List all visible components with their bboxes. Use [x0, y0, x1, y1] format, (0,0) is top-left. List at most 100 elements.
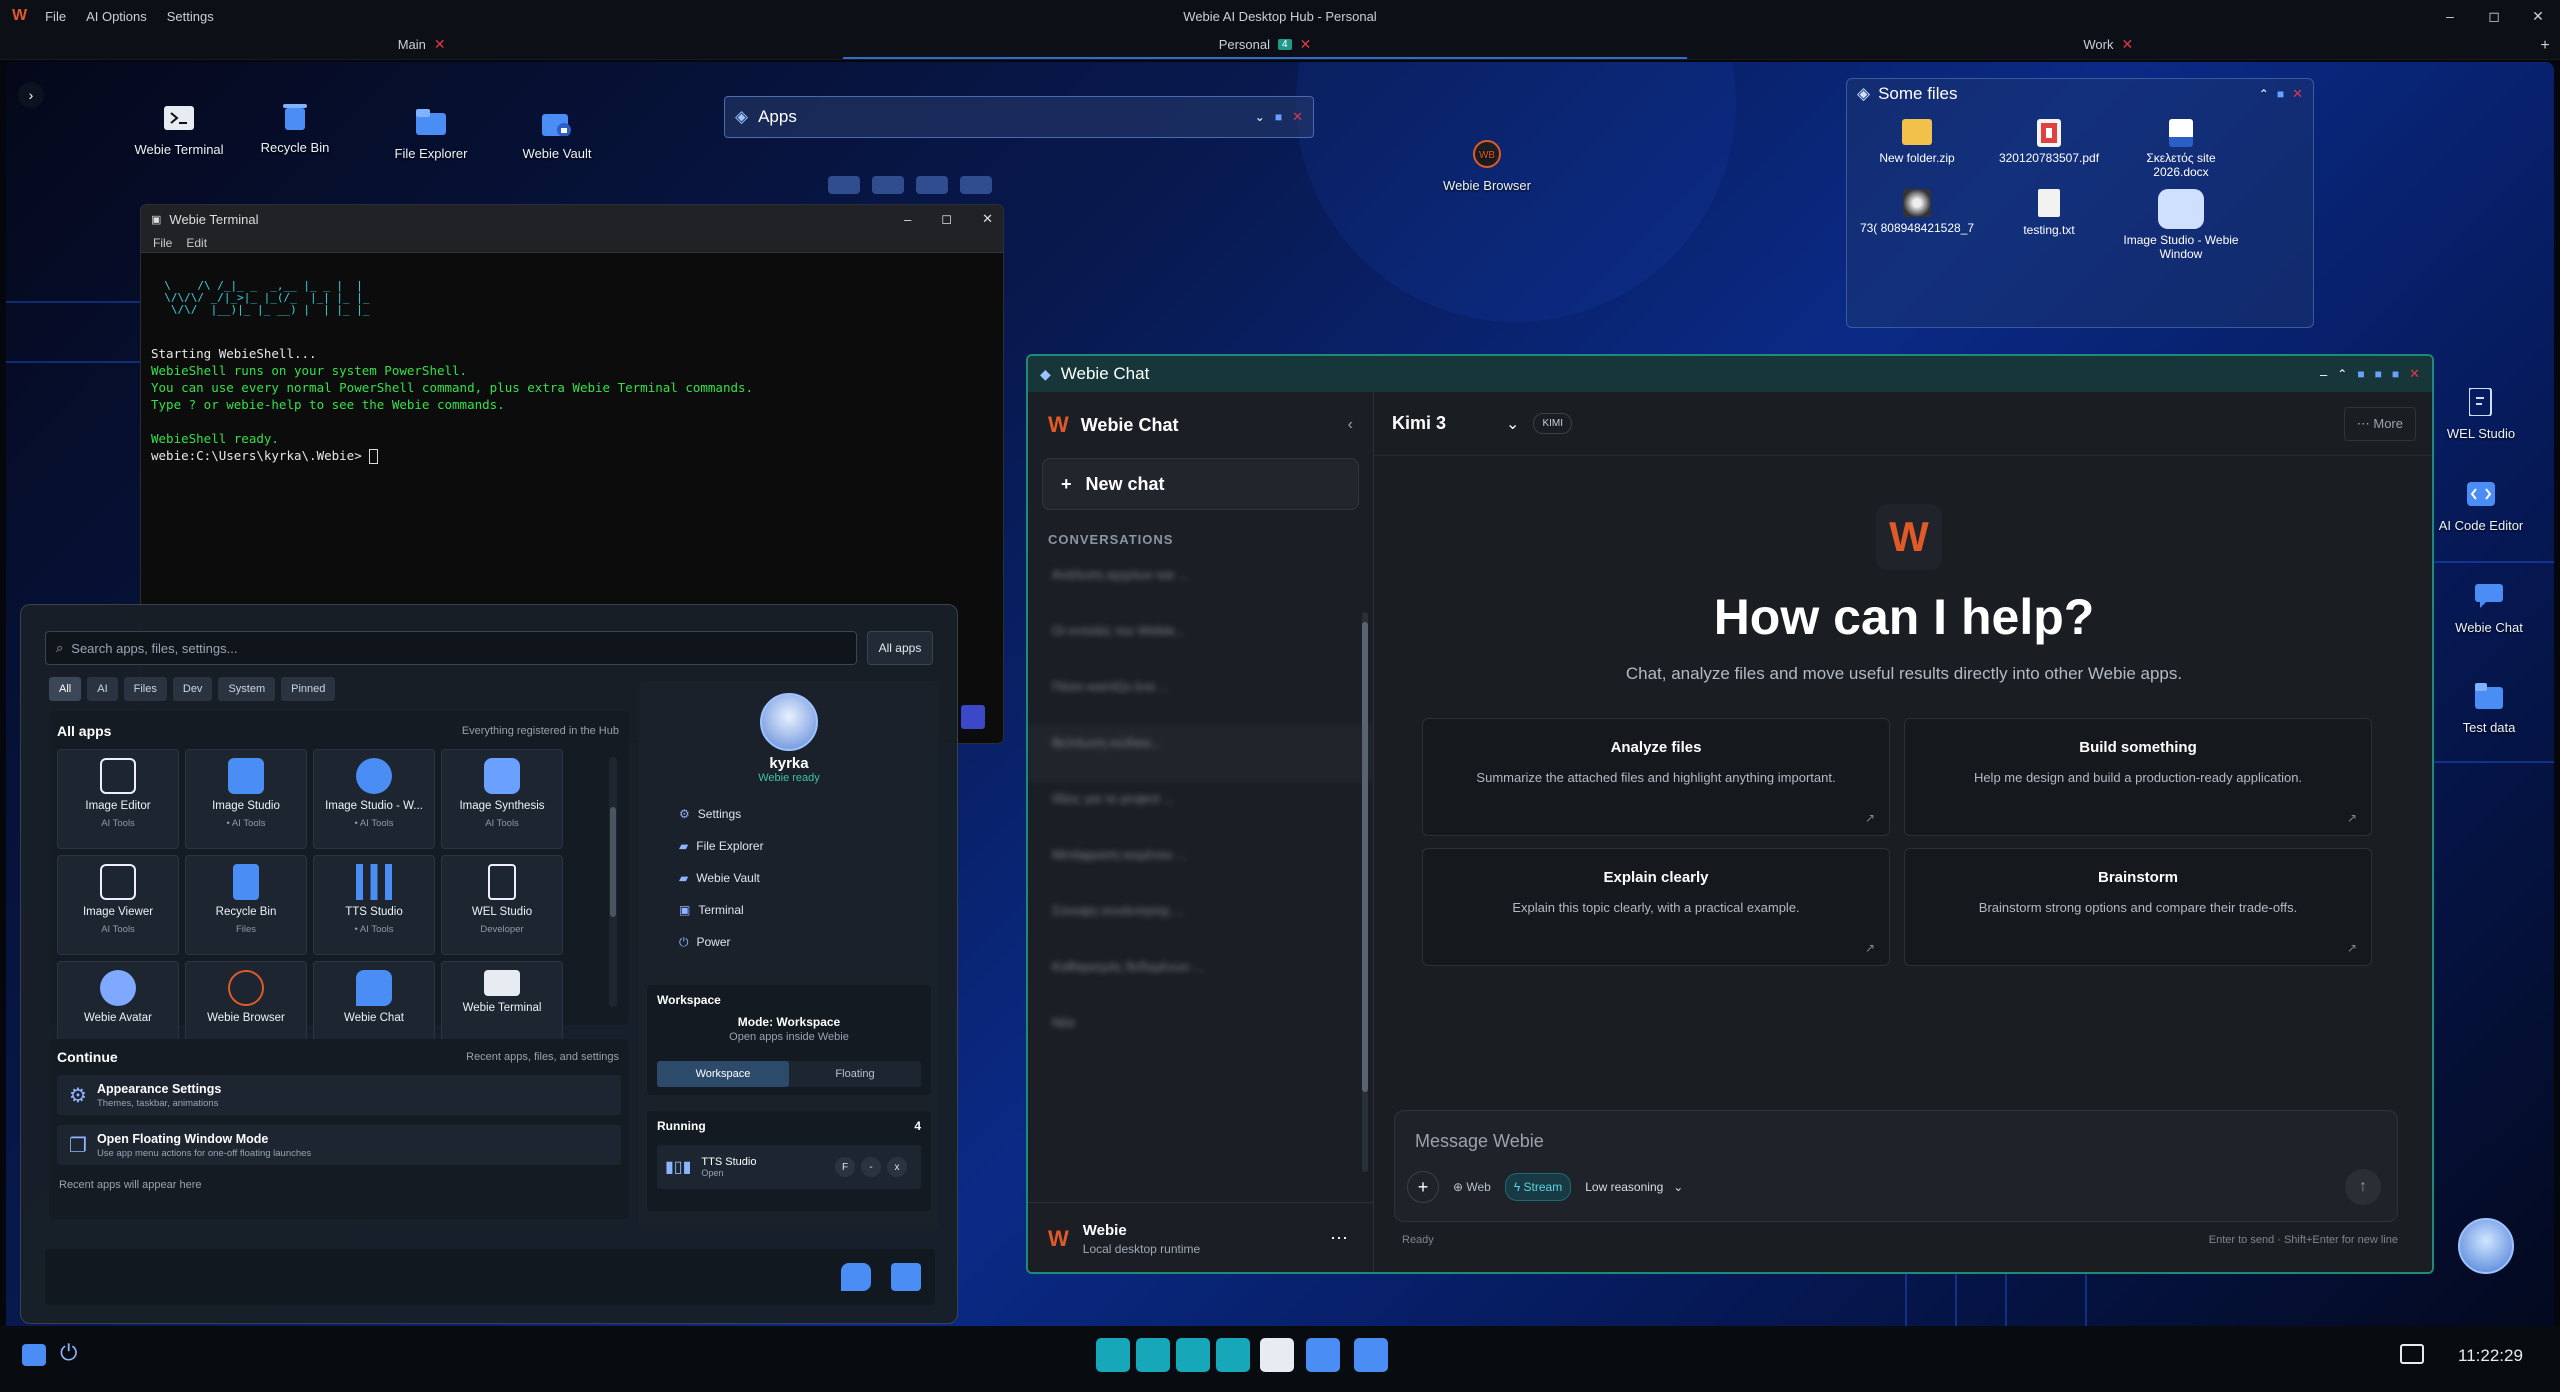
- web-toggle[interactable]: ⊕ Web: [1453, 1180, 1491, 1194]
- tab-close-icon[interactable]: ✕: [2122, 36, 2134, 53]
- snap-icon[interactable]: ■: [2357, 367, 2364, 381]
- app-card[interactable]: TTS Studio • AI Tools: [313, 855, 435, 955]
- menu-settings[interactable]: Settings: [157, 9, 224, 24]
- restore-icon[interactable]: ■: [2375, 367, 2382, 381]
- apps-group-bar[interactable]: ◈ Apps ⌄ ■ ✕: [724, 96, 1314, 138]
- continue-item[interactable]: ❐ Open Floating Window Mode Use app menu a…: [57, 1125, 621, 1165]
- floating-mode-button[interactable]: Floating: [789, 1061, 921, 1087]
- new-chat-button[interactable]: + New chat: [1042, 458, 1359, 510]
- profile-link-power[interactable]: ⏻ Power: [639, 926, 939, 958]
- file-item[interactable]: Σκελετός site 2026.docx: [2121, 119, 2241, 179]
- file-item[interactable]: 320120783507.pdf: [1989, 119, 2109, 179]
- toolbar-action-icon[interactable]: [872, 176, 904, 194]
- chevron-up-icon[interactable]: ⌃: [2337, 367, 2347, 381]
- stream-toggle[interactable]: ϟ Stream: [1504, 1173, 1572, 1201]
- vault-icon[interactable]: [891, 1263, 921, 1291]
- suggestion-card[interactable]: Analyze files Summarize the attached file…: [1422, 718, 1890, 836]
- tab-close-icon[interactable]: ✕: [434, 36, 446, 53]
- desktop-icon-webie-browser[interactable]: WB Webie Browser: [1422, 136, 1552, 193]
- collapse-sidebar-button[interactable]: ‹: [1348, 416, 1353, 434]
- close-button[interactable]: ✕: [2516, 0, 2560, 32]
- terminal-cursor[interactable]: [369, 449, 379, 464]
- tab-main[interactable]: Main ✕: [0, 32, 843, 59]
- desktop-icon-wel-studio[interactable]: WEL Studio: [2416, 384, 2546, 441]
- taskbar-image-studio-icon[interactable]: [1306, 1338, 1340, 1372]
- taskbar-terminal-icon[interactable]: [1260, 1338, 1294, 1372]
- minimize-button[interactable]: -: [861, 1157, 881, 1177]
- scroll-down-button[interactable]: [961, 705, 985, 729]
- maximize-button[interactable]: ◻: [2472, 0, 2516, 32]
- suggestion-card[interactable]: Explain clearly Explain this topic clearl…: [1422, 848, 1890, 966]
- app-card[interactable]: Image Studio - W... • AI Tools: [313, 749, 435, 849]
- some-files-window[interactable]: ◈ Some files ⌃ ■ ✕ New folder.zip 320120…: [1846, 78, 2314, 328]
- suggestion-card[interactable]: Brainstorm Brainstorm strong options and …: [1904, 848, 2372, 966]
- start-menu-icon[interactable]: [22, 1344, 46, 1366]
- app-card[interactable]: WEL Studio Developer: [441, 855, 563, 955]
- close-icon[interactable]: ✕: [2409, 366, 2420, 382]
- taskbar-sheet-icon[interactable]: [1216, 1338, 1250, 1372]
- desktop-icon-webie-vault[interactable]: Webie Vault: [492, 104, 622, 161]
- conversation-item[interactable]: Ιδέες για το project ...: [1028, 781, 1373, 837]
- minimize-button[interactable]: –: [2320, 367, 2327, 382]
- desktop-icon-file-explorer[interactable]: File Explorer: [366, 104, 496, 161]
- tab-close-icon[interactable]: ✕: [1300, 36, 1312, 53]
- profile-link-webie-vault[interactable]: ▰ Webie Vault: [639, 862, 939, 894]
- float-button[interactable]: F: [835, 1157, 855, 1177]
- file-item[interactable]: Image Studio - Webie Window: [2121, 189, 2241, 261]
- taskbar-chat-icon[interactable]: [1354, 1338, 1388, 1372]
- filter-all[interactable]: All: [49, 677, 82, 701]
- taskbar-xls-icon[interactable]: [1096, 1338, 1130, 1372]
- all-apps-button[interactable]: All apps: [867, 631, 933, 665]
- terminal-menu-edit[interactable]: Edit: [186, 236, 207, 250]
- close-button[interactable]: x: [887, 1157, 907, 1177]
- filter-pinned[interactable]: Pinned: [281, 677, 336, 701]
- file-item[interactable]: New folder.zip: [1857, 119, 1977, 179]
- reasoning-select[interactable]: Low reasoning ⌄: [1585, 1180, 1683, 1194]
- app-card[interactable]: Image Editor AI Tools: [57, 749, 179, 849]
- conversation-scrollbar[interactable]: [1362, 612, 1368, 1172]
- desktop-icon-test-data[interactable]: Test data: [2424, 678, 2554, 735]
- conversation-item[interactable]: Πόσο κοστίζει ένα ...: [1028, 669, 1373, 725]
- file-item[interactable]: 73( 808948421528_7: [1857, 189, 1977, 261]
- app-launcher[interactable]: ⌕ Search apps, files, settings... All app…: [20, 604, 958, 1324]
- more-button[interactable]: ⋯ More: [2343, 406, 2416, 441]
- continue-item[interactable]: ⚙ Appearance Settings Themes, taskbar, ani…: [57, 1075, 621, 1115]
- power-icon[interactable]: ⏻: [60, 1340, 77, 1366]
- profile-link-terminal[interactable]: ▣ Terminal: [639, 894, 939, 926]
- conversation-list[interactable]: Ανάλυση αρχείων και ... Οι εντολές του W…: [1028, 557, 1373, 1061]
- user-profile-row[interactable]: W Webie Local desktop runtime ⋯: [1028, 1202, 1374, 1272]
- conversation-item[interactable]: Ανάλυση αρχείων και ...: [1028, 557, 1373, 613]
- minimize-button[interactable]: –: [904, 212, 911, 227]
- terminal-menu-file[interactable]: File: [153, 236, 172, 250]
- conversation-item[interactable]: Νέα: [1028, 1005, 1373, 1061]
- tab-work[interactable]: Work ✕: [1687, 32, 2530, 59]
- taskbar-pdf-icon[interactable]: [1176, 1338, 1210, 1372]
- app-card[interactable]: Image Viewer AI Tools: [57, 855, 179, 955]
- maximize-button[interactable]: ◻: [941, 211, 952, 227]
- desktop-icon-recycle-bin[interactable]: Recycle Bin: [230, 98, 360, 155]
- desktop-icon-webie-chat[interactable]: Webie Chat: [2424, 578, 2554, 635]
- conversation-item[interactable]: Μετάφραση κειμένου ...: [1028, 837, 1373, 893]
- close-button[interactable]: ✕: [982, 211, 993, 227]
- conversation-item[interactable]: Καθαρισμός δεδομένων ...: [1028, 949, 1373, 1005]
- file-item[interactable]: testing.txt: [1989, 189, 2109, 261]
- terminal-output[interactable]: \ /\ /_|_ _ _,__ |_ _ | | \/\/\/ _/|_>|_…: [141, 253, 1003, 508]
- minimize-button[interactable]: –: [2428, 0, 2472, 32]
- toolbar-action-icon[interactable]: [916, 176, 948, 194]
- avatar-button[interactable]: [2458, 1218, 2514, 1274]
- webie-chat-window[interactable]: ◆ Webie Chat – ⌃ ■ ■ ■ ✕ W Webie Chat ‹ …: [1026, 354, 2434, 1274]
- desktop-icon-ai-code-editor[interactable]: AI Code Editor: [2416, 476, 2546, 533]
- toolbar-action-icon[interactable]: [828, 176, 860, 194]
- app-card[interactable]: Image Synthesis AI Tools: [441, 749, 563, 849]
- profile-link-file-explorer[interactable]: ▰ File Explorer: [639, 830, 939, 862]
- restore-icon[interactable]: ■: [2277, 87, 2284, 101]
- send-button[interactable]: ↑: [2345, 1169, 2381, 1205]
- sidebar-toggle-button[interactable]: ›: [18, 82, 44, 108]
- tab-personal[interactable]: Personal 4 ✕: [843, 32, 1687, 59]
- filter-system[interactable]: System: [218, 677, 276, 701]
- restore-icon[interactable]: ■: [1275, 110, 1282, 124]
- chevron-down-icon[interactable]: ⌄: [1506, 414, 1519, 434]
- terminal-tray-icon[interactable]: [2400, 1344, 2424, 1364]
- desktop-icon-webie-terminal[interactable]: Webie Terminal: [114, 100, 244, 157]
- app-card[interactable]: Recycle Bin Files: [185, 855, 307, 955]
